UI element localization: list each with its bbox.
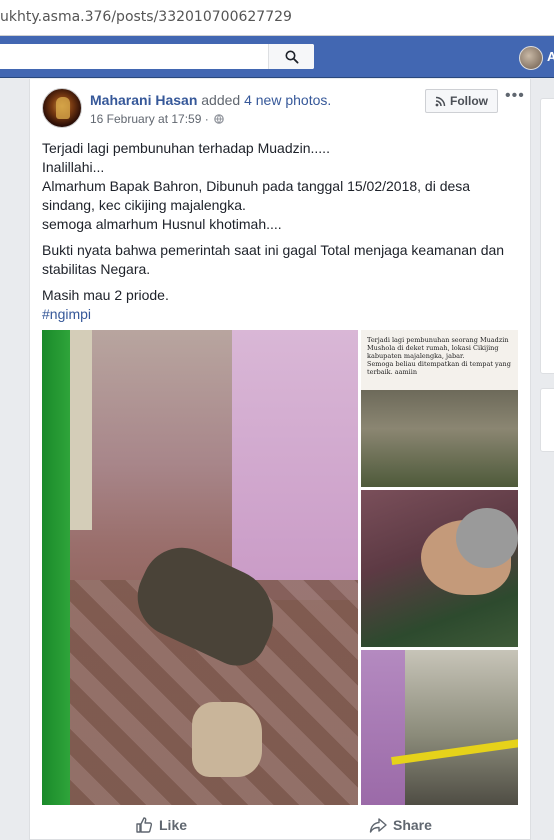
share-arrow-icon [369, 818, 387, 833]
post-actions-bar: Like Share [29, 810, 531, 840]
caption-line: Terjadi lagi pembunuhan seorang Muadzin [367, 336, 509, 344]
caption-line: Semoga beliau ditempatkan di tempat yang [367, 360, 511, 368]
more-options-button[interactable]: ••• [505, 87, 525, 105]
share-label: Share [393, 817, 432, 833]
like-button[interactable]: Like [135, 816, 187, 834]
photo-caption: Terjadi lagi pembunuhan seorang Muadzin … [367, 336, 517, 376]
rss-follow-icon [435, 96, 446, 106]
profile-name[interactable]: A [547, 49, 554, 64]
globe-icon [214, 114, 224, 124]
post-timestamp: 16 February at 17:59 · [90, 112, 224, 126]
like-label: Like [159, 817, 188, 833]
search-input[interactable] [0, 44, 314, 69]
browser-address-bar[interactable]: ukhty.asma.376/posts/332010700627729 [0, 0, 554, 36]
post-header: Maharani Hasan added 4 new photos. [90, 92, 331, 108]
post-action-text: added [201, 92, 241, 108]
profile-avatar[interactable] [519, 46, 543, 70]
post-photo-scene[interactable] [361, 650, 518, 805]
url-text[interactable]: ukhty.asma.376/posts/332010700627729 [0, 9, 292, 25]
author-name[interactable]: Maharani Hasan [90, 92, 197, 108]
post-line: Inalillahi... [42, 159, 105, 175]
post-line: Bukti nyata bahwa pemerintah saat ini ga… [42, 242, 505, 277]
post-photo-main[interactable] [42, 330, 358, 805]
caption-line: Mushola di deket rumah, lokasi Cikijing [367, 344, 499, 352]
timestamp-text[interactable]: 16 February at 17:59 · [90, 112, 209, 126]
search-button[interactable] [268, 44, 314, 69]
caption-line: terbaik. aamiin [367, 368, 418, 376]
hashtag-link[interactable]: #ngimpi [42, 306, 91, 322]
photo-count-link[interactable]: 4 new photos. [244, 92, 331, 108]
post-line: Almarhum Bapak Bahron, Dibunuh pada tang… [42, 178, 471, 213]
post-photo-closeup[interactable] [361, 490, 518, 647]
author-avatar[interactable] [42, 88, 82, 128]
caption-line: kabupaten majalengka, jabar. [367, 352, 465, 360]
right-column-card [540, 98, 554, 374]
post-line: Masih mau 2 priode. [42, 287, 169, 303]
post-photo-caption-card[interactable]: Terjadi lagi pembunuhan seorang Muadzin … [361, 330, 518, 487]
post-body: Terjadi lagi pembunuhan terhadap Muadzin… [42, 139, 522, 324]
post-line: Terjadi lagi pembunuhan terhadap Muadzin… [42, 140, 330, 156]
follow-button[interactable]: Follow [425, 89, 498, 113]
follow-label: Follow [450, 94, 488, 108]
thumbs-up-icon [136, 817, 153, 833]
post-line: semoga almarhum Husnul khotimah.... [42, 216, 282, 232]
right-column-card [540, 388, 554, 452]
share-button[interactable]: Share [369, 816, 432, 834]
facebook-top-bar [0, 36, 554, 78]
search-icon [285, 50, 299, 64]
